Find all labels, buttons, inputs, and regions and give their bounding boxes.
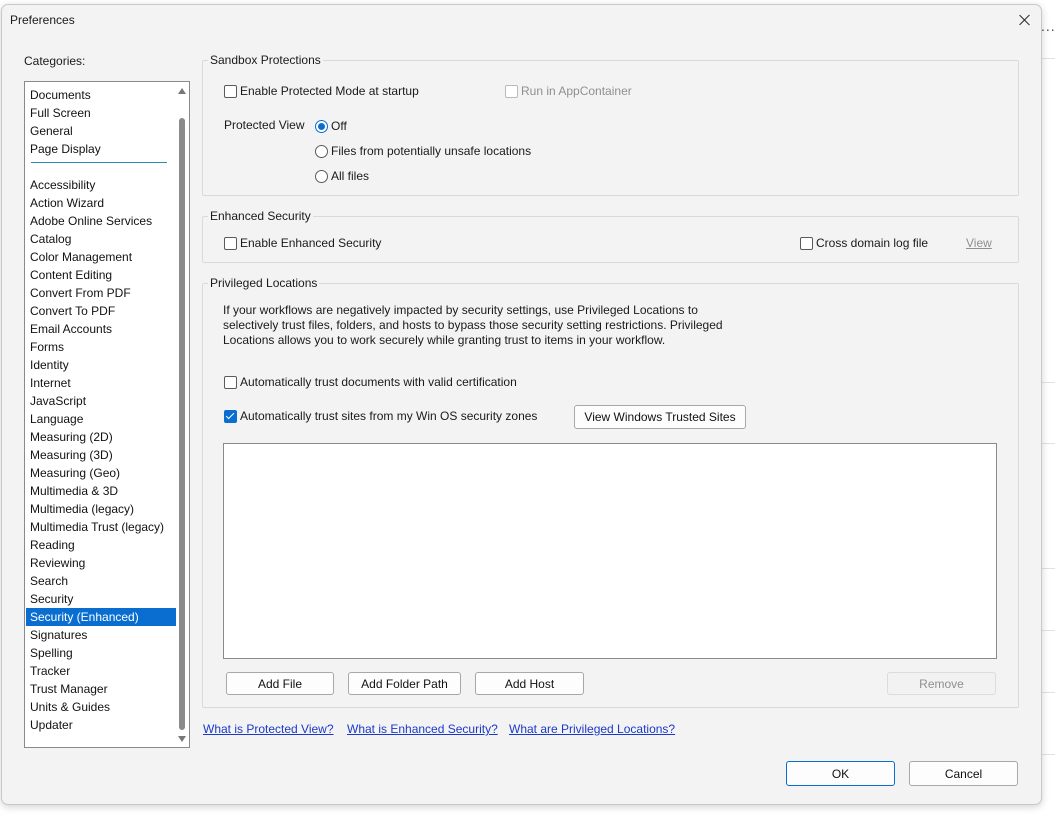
trust-certified-docs-label: Automatically trust documents with valid…	[240, 375, 517, 389]
category-item[interactable]: Measuring (2D)	[26, 428, 176, 446]
scroll-down-icon[interactable]	[178, 736, 186, 742]
category-item[interactable]: Spelling	[26, 644, 176, 662]
category-item[interactable]: Page Display	[26, 140, 176, 158]
protected-view-off-label: Off	[331, 119, 347, 133]
background-app-more-icon: ...	[1041, 18, 1055, 34]
enhanced-security-checkbox[interactable]	[224, 237, 237, 250]
background-divider	[1042, 568, 1055, 569]
background-divider	[1042, 630, 1055, 631]
category-item[interactable]: Multimedia & 3D	[26, 482, 176, 500]
app-container-checkbox[interactable]	[505, 85, 518, 98]
ok-button[interactable]: OK	[786, 761, 895, 786]
category-item[interactable]: Convert To PDF	[26, 302, 176, 320]
privileged-locations-help-link[interactable]: What are Privileged Locations?	[509, 722, 675, 736]
background-divider	[1042, 754, 1055, 755]
app-container-label: Run in AppContainer	[521, 84, 632, 98]
sandbox-protections-title: Sandbox Protections	[208, 53, 323, 67]
category-item[interactable]: Updater	[26, 716, 176, 734]
category-item[interactable]: Convert From PDF	[26, 284, 176, 302]
add-host-button[interactable]: Add Host	[475, 672, 584, 695]
add-folder-path-button[interactable]: Add Folder Path	[348, 672, 461, 695]
category-item[interactable]: Units & Guides	[26, 698, 176, 716]
protected-mode-checkbox[interactable]	[224, 85, 237, 98]
category-item[interactable]: Identity	[26, 356, 176, 374]
category-item[interactable]: Catalog	[26, 230, 176, 248]
cancel-button[interactable]: Cancel	[909, 761, 1018, 786]
view-trusted-sites-button[interactable]: View Windows Trusted Sites	[574, 405, 746, 429]
category-item[interactable]: General	[26, 122, 176, 140]
protected-view-unsafe-label: Files from potentially unsafe locations	[331, 144, 532, 158]
category-item[interactable]: Multimedia Trust (legacy)	[26, 518, 176, 536]
categories-scrollbar[interactable]	[175, 82, 189, 747]
category-item[interactable]: Reviewing	[26, 554, 176, 572]
background-divider	[1042, 382, 1055, 383]
category-item[interactable]: Measuring (3D)	[26, 446, 176, 464]
categories-separator	[31, 162, 167, 163]
privileged-locations-description: If your workflows are negatively impacte…	[223, 303, 723, 347]
privileged-locations-title: Privileged Locations	[208, 276, 320, 290]
background-divider	[1042, 443, 1055, 444]
categories-list[interactable]: Documents Full Screen General Page Display A…	[24, 81, 190, 748]
category-item[interactable]: Action Wizard	[26, 194, 176, 212]
category-item[interactable]: Search	[26, 572, 176, 590]
category-item[interactable]: Security	[26, 590, 176, 608]
category-item[interactable]: Tracker	[26, 662, 176, 680]
remove-button[interactable]: Remove	[887, 672, 996, 695]
protected-view-label: Protected View	[224, 118, 305, 132]
category-item[interactable]: Measuring (Geo)	[26, 464, 176, 482]
privileged-locations-list[interactable]	[223, 443, 997, 659]
scrollbar-thumb[interactable]	[179, 118, 185, 730]
cross-domain-label: Cross domain log file	[816, 236, 929, 250]
scroll-up-icon[interactable]	[178, 88, 186, 94]
category-item[interactable]: Signatures	[26, 626, 176, 644]
enhanced-security-title: Enhanced Security	[208, 209, 313, 223]
trust-win-zones-checkbox[interactable]	[224, 410, 237, 423]
enhanced-security-help-link[interactable]: What is Enhanced Security?	[347, 722, 498, 736]
categories-label: Categories:	[24, 54, 86, 68]
trust-certified-docs-checkbox[interactable]	[224, 376, 237, 389]
enhanced-security-label: Enable Enhanced Security	[240, 236, 382, 250]
category-item[interactable]: Reading	[26, 536, 176, 554]
category-item[interactable]: Documents	[26, 86, 176, 104]
category-item[interactable]: Email Accounts	[26, 320, 176, 338]
category-item[interactable]: Language	[26, 410, 176, 428]
protected-view-unsafe-radio[interactable]	[315, 145, 328, 158]
category-item[interactable]: Accessibility	[26, 176, 176, 194]
category-item[interactable]: Color Management	[26, 248, 176, 266]
category-item[interactable]: Internet	[26, 374, 176, 392]
protected-view-all-label: All files	[331, 169, 370, 183]
category-item[interactable]: Forms	[26, 338, 176, 356]
category-item[interactable]: Adobe Online Services	[26, 212, 176, 230]
dialog-title: Preferences	[10, 13, 75, 27]
category-item[interactable]: Full Screen	[26, 104, 176, 122]
add-file-button[interactable]: Add File	[226, 672, 334, 695]
background-divider	[1042, 692, 1055, 693]
preferences-dialog: Preferences Categories: Documents Full Sc…	[1, 4, 1042, 805]
category-item[interactable]: Trust Manager	[26, 680, 176, 698]
protected-view-all-radio[interactable]	[315, 170, 328, 183]
title-bar: Preferences	[2, 5, 1041, 35]
category-item[interactable]: Multimedia (legacy)	[26, 500, 176, 518]
category-item[interactable]: Security (Enhanced)	[26, 608, 176, 626]
trust-win-zones-label: Automatically trust sites from my Win OS…	[240, 409, 538, 423]
category-item[interactable]: Content Editing	[26, 266, 176, 284]
background-divider	[1042, 58, 1055, 59]
protected-view-help-link[interactable]: What is Protected View?	[203, 722, 334, 736]
view-log-link[interactable]: View	[966, 236, 992, 250]
cross-domain-checkbox[interactable]	[800, 237, 813, 250]
close-icon[interactable]	[1014, 9, 1036, 31]
protected-view-off-radio[interactable]	[315, 120, 328, 133]
category-item[interactable]: JavaScript	[26, 392, 176, 410]
protected-mode-label: Enable Protected Mode at startup	[240, 84, 419, 98]
